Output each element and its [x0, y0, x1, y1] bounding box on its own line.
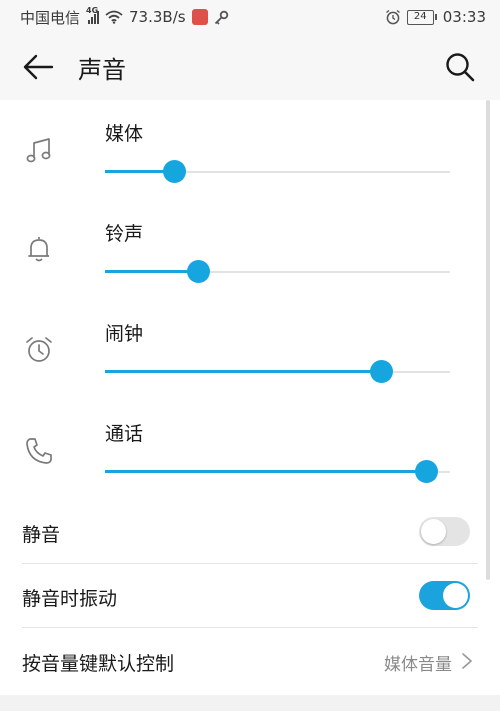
media-volume-slider[interactable] — [105, 160, 450, 184]
toggle-knob — [443, 583, 468, 608]
volume-row-call: 通话 — [0, 400, 480, 500]
vibrate-toggle[interactable] — [419, 581, 470, 610]
music-note-icon — [26, 138, 51, 163]
slider-thumb[interactable] — [415, 460, 438, 483]
volume-label-alarm: 闹钟 — [105, 323, 144, 345]
bottom-strip — [0, 695, 500, 711]
vibrate-label: 静音时振动 — [22, 588, 118, 610]
slider-fill — [105, 470, 426, 473]
wifi-icon — [105, 10, 123, 24]
volume-key-label: 按音量键默认控制 — [22, 653, 175, 675]
call-volume-slider[interactable] — [105, 460, 450, 484]
status-bar: 中国电信 4G 73.3B/s 24 03:33 — [0, 0, 500, 34]
slider-fill — [105, 370, 381, 373]
bell-icon — [28, 237, 49, 262]
status-right: 24 03:33 — [385, 8, 486, 26]
volume-row-media: 媒体 — [0, 100, 480, 200]
volume-label-call: 通话 — [105, 423, 144, 445]
volume-label-ringtone: 铃声 — [105, 223, 144, 245]
mute-label: 静音 — [22, 524, 61, 546]
volume-key-row[interactable]: 按音量键默认控制 媒体音量 — [0, 628, 500, 692]
slider-thumb[interactable] — [370, 360, 393, 383]
slider-fill — [105, 270, 198, 273]
carrier-name: 中国电信 — [20, 8, 81, 27]
volume-row-ringtone: 铃声 — [0, 200, 480, 300]
vibrate-row[interactable]: 静音时振动 — [0, 564, 500, 628]
signal-icon: 4G — [86, 6, 100, 24]
page-title: 声音 — [78, 56, 126, 84]
ringtone-volume-slider[interactable] — [105, 260, 450, 284]
search-icon[interactable] — [444, 51, 476, 83]
mute-row[interactable]: 静音 — [0, 500, 500, 564]
network-type: 4G — [86, 6, 99, 15]
slider-thumb[interactable] — [187, 260, 210, 283]
status-left: 中国电信 4G 73.3B/s — [20, 6, 229, 28]
network-speed: 73.3B/s — [129, 8, 186, 26]
alarm-status-icon — [385, 9, 400, 25]
volume-key-value: 媒体音量 — [384, 655, 452, 675]
battery-icon: 24 — [406, 9, 437, 25]
mute-toggle[interactable] — [419, 517, 470, 546]
alarm-clock-icon — [26, 337, 52, 362]
phone-icon — [26, 438, 52, 464]
volume-label-media: 媒体 — [105, 123, 144, 145]
back-arrow-icon[interactable] — [22, 52, 54, 82]
slider-thumb[interactable] — [163, 160, 186, 183]
settings-content: 媒体 铃声 闹钟 通话 静音 静音时振动 按音量键默认控制 媒体音量 — [0, 100, 500, 695]
app-header: 声音 — [0, 34, 500, 100]
volume-row-alarm: 闹钟 — [0, 300, 480, 400]
chevron-right-icon — [462, 653, 472, 669]
huawei-app-icon — [191, 9, 208, 25]
key-icon — [214, 10, 228, 25]
status-time: 03:33 — [442, 8, 486, 26]
alarm-volume-slider[interactable] — [105, 360, 450, 384]
toggle-knob — [421, 519, 446, 544]
battery-level: 24 — [406, 9, 434, 25]
